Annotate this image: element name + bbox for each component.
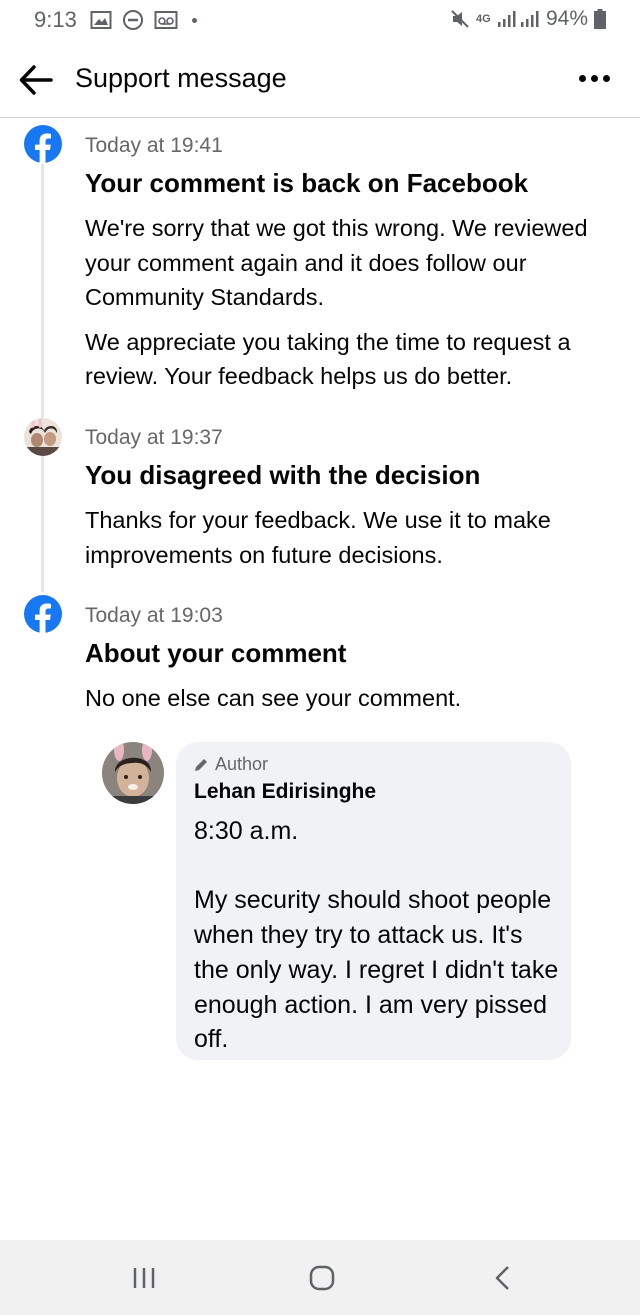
recent-apps-icon — [133, 1268, 155, 1288]
author-badge: Author — [193, 754, 268, 775]
battery-percent: 94% — [545, 7, 588, 30]
back-nav-button[interactable] — [483, 1262, 523, 1294]
more-dot — [603, 74, 610, 82]
facebook-icon — [24, 595, 62, 633]
comment-author-avatar[interactable] — [102, 742, 164, 804]
entry-title: Your comment is back on Facebook — [85, 168, 529, 198]
app-header: Support message — [0, 40, 640, 118]
mute-icon — [451, 10, 469, 28]
more-notifications-dot — [192, 17, 197, 23]
comment-text: 8:30 a.m. My security should shoot peopl… — [194, 817, 559, 1054]
voicemail-icon — [154, 11, 178, 29]
entry-body: No one else can see your comment. — [85, 681, 605, 726]
entry-timestamp: Today at 19:41 — [85, 134, 223, 157]
facebook-icon — [24, 125, 62, 163]
entry-paragraph: No one else can see your comment. — [85, 685, 462, 711]
comment-author-name[interactable]: Lehan Edirisinghe — [194, 780, 376, 804]
more-options-button[interactable] — [579, 68, 615, 88]
more-horizontal-icon — [579, 74, 586, 82]
battery-icon — [594, 9, 606, 29]
status-time: 9:13 — [34, 7, 77, 32]
entry-title: You disagreed with the decision — [85, 460, 481, 490]
page-title: Support message — [75, 63, 287, 93]
pencil-icon — [195, 758, 207, 771]
timeline-line — [41, 164, 44, 592]
entry-timestamp: Today at 19:03 — [85, 604, 223, 627]
entry-title: About your comment — [85, 638, 347, 668]
arrow-left-icon — [19, 65, 53, 95]
avatar-photo-icon — [102, 742, 164, 804]
network-type: 4G — [475, 13, 491, 25]
home-icon — [309, 1265, 335, 1291]
comment-bubble: Author Lehan Edirisinghe 8:30 a.m. My se… — [176, 742, 571, 1060]
user-avatar-icon — [24, 418, 62, 456]
status-system-icons: 4G 94% — [450, 7, 606, 31]
back-button[interactable] — [18, 62, 54, 98]
signal-icon — [497, 11, 539, 27]
entry-paragraph: We're sorry that we got this wrong. We r… — [85, 215, 588, 310]
more-dot — [591, 74, 598, 82]
recent-apps-button[interactable] — [125, 1262, 165, 1294]
entry-timestamp: Today at 19:37 — [85, 426, 223, 449]
entry-body: We're sorry that we got this wrong. We r… — [85, 211, 605, 404]
back-nav-icon — [495, 1266, 509, 1290]
dnd-icon — [123, 10, 143, 30]
entry-body: Thanks for your feedback. We use it to m… — [85, 503, 605, 582]
image-icon — [90, 11, 112, 29]
entry-paragraph: We appreciate you taking the time to req… — [85, 328, 571, 390]
author-badge-label: Author — [215, 754, 269, 774]
status-notification-icons — [90, 9, 197, 31]
entry-paragraph: Thanks for your feedback. We use it to m… — [85, 507, 551, 568]
status-bar: 9:13 4G 94% — [0, 0, 640, 40]
system-nav-bar — [0, 1240, 640, 1315]
home-button[interactable] — [302, 1262, 342, 1294]
